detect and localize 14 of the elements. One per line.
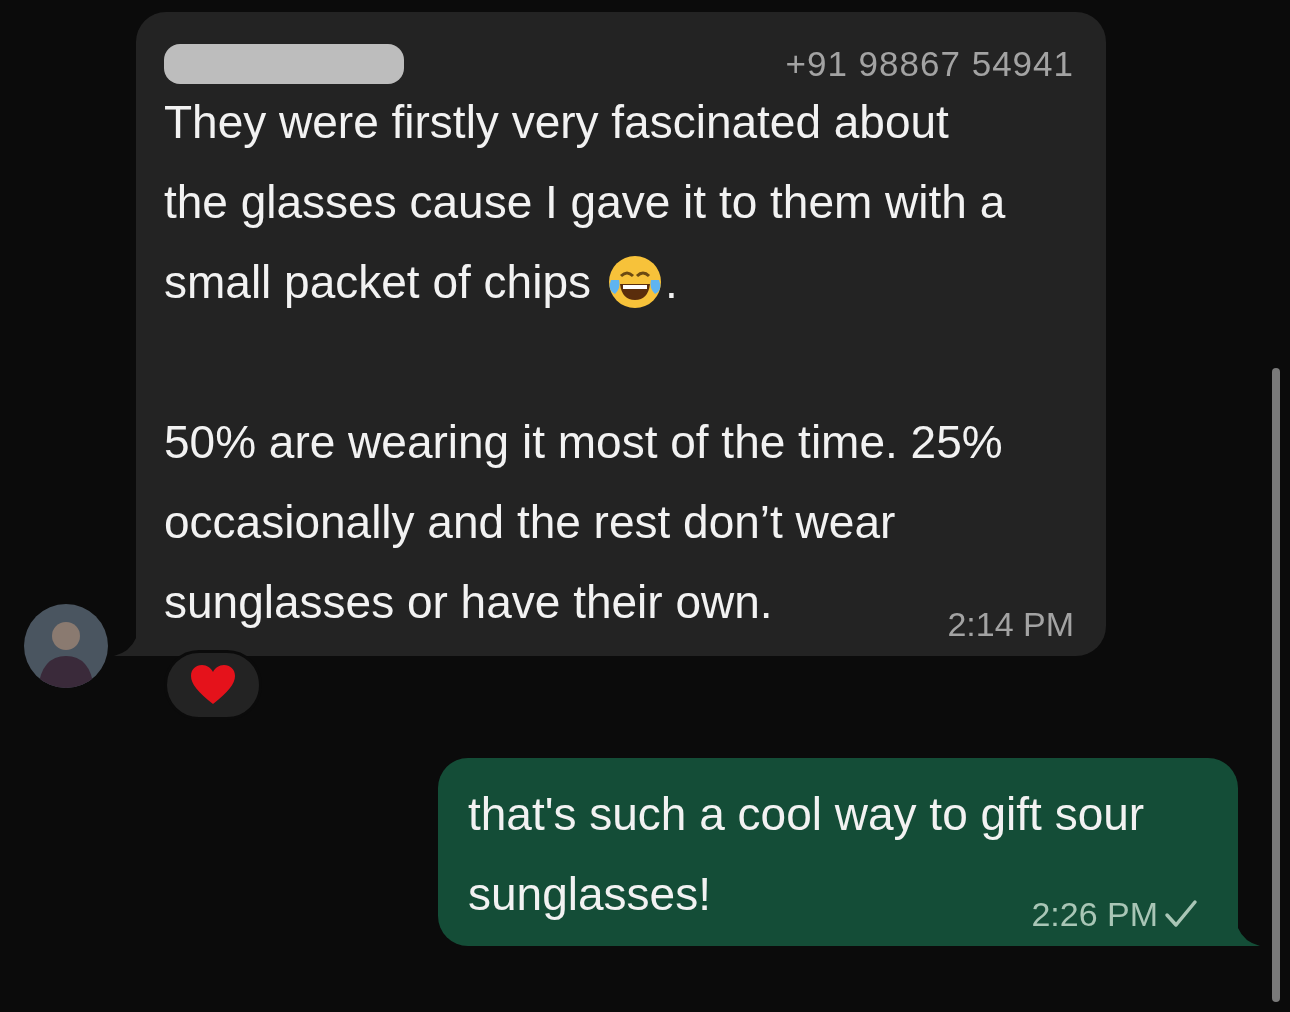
message-text: They were firstly very fascinated about: [164, 94, 949, 150]
message-text: the glasses cause I gave it to them with a: [164, 174, 1006, 230]
message-text: occasionally and the rest don’t wear: [164, 494, 896, 550]
timestamp: 2:14 PM: [947, 604, 1074, 644]
message-text: small packet of chips: [164, 254, 591, 310]
timestamp: 2:26 PM: [1031, 894, 1158, 934]
message-text: .: [664, 254, 678, 310]
message-text: that's such a cool way to gift sour: [468, 786, 1145, 842]
phone-number: +91 98867 54941: [785, 43, 1074, 85]
message-text: sunglasses!: [468, 866, 711, 922]
message-text: 50% are wearing it most of the time. 25%: [164, 414, 1003, 470]
laughing-emoji-icon: [606, 254, 663, 310]
scrollbar[interactable]: [1272, 368, 1280, 1002]
message-text: sunglasses or have their own.: [164, 574, 773, 630]
